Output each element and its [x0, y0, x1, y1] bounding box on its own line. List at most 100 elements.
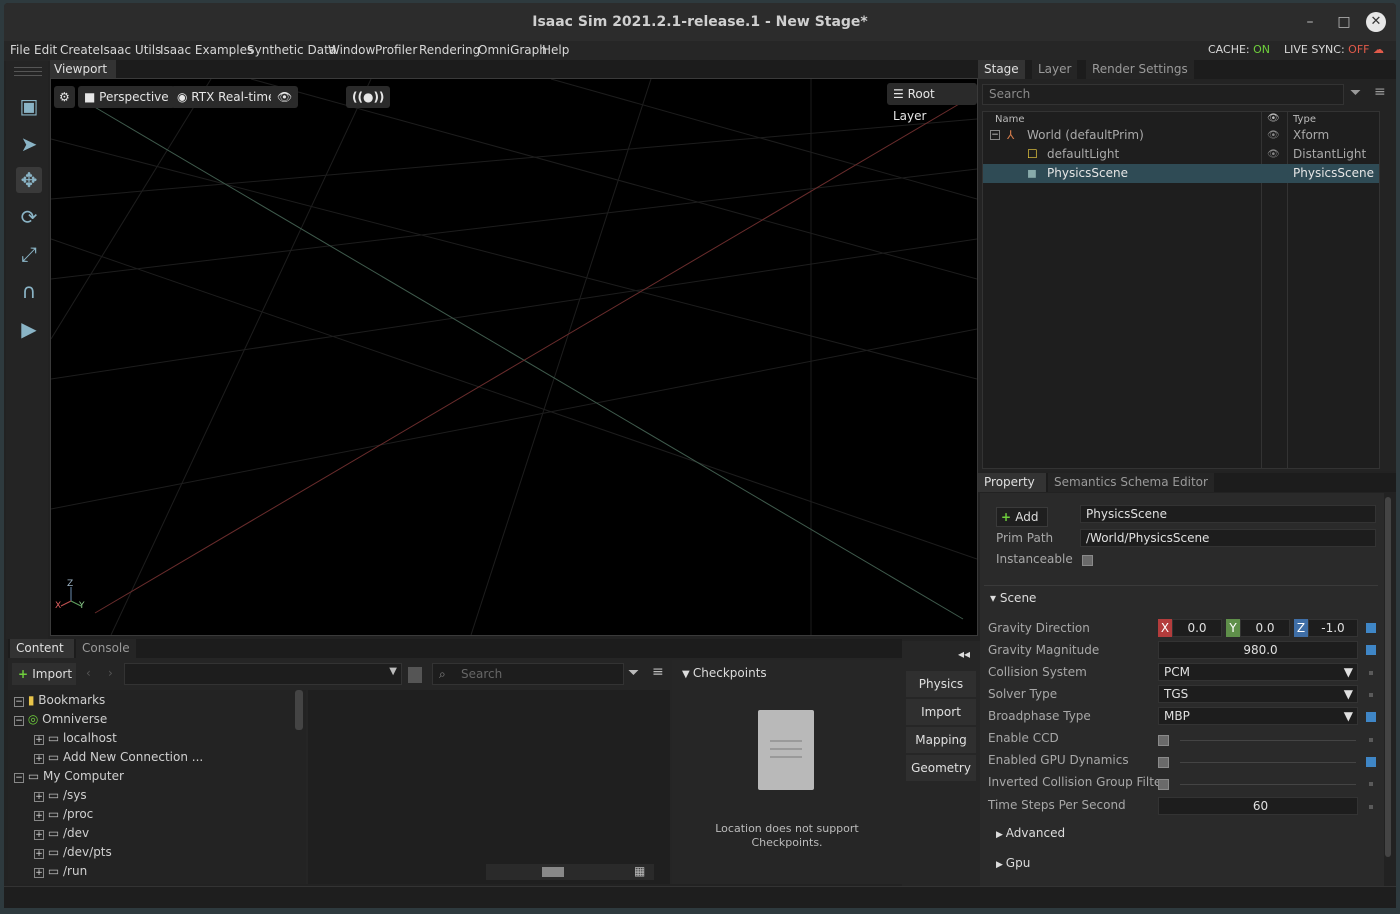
renderer-selector[interactable]: ◉ RTX Real-time [171, 86, 282, 108]
tree-bookmarks[interactable]: − ▮ Bookmarks [14, 691, 105, 710]
visibility-icon[interactable]: 👁 [271, 86, 299, 108]
gpu-section-header[interactable]: ▶ Gpu [996, 856, 1030, 870]
enabled-gpu-dynamics-checkbox[interactable] [1158, 757, 1169, 768]
expand-icon[interactable]: + [34, 792, 44, 802]
geometry-button[interactable]: Geometry [906, 755, 976, 781]
menu-rendering[interactable]: Rendering [419, 43, 480, 57]
tree-row-physics-scene[interactable]: ◼ PhysicsScene PhysicsScene [983, 164, 1379, 183]
live-sync-status[interactable]: LIVE SYNC: OFF ☁ [1284, 43, 1384, 56]
tab-viewport[interactable]: Viewport [50, 60, 116, 78]
tab-render-settings[interactable]: Render Settings [1086, 60, 1194, 79]
menu-omnigraph[interactable]: OmniGraph [478, 43, 547, 57]
gravity-direction-default-marker[interactable] [1366, 623, 1376, 633]
menu-profiler[interactable]: Profiler [375, 43, 417, 57]
physics-button[interactable]: Physics [906, 671, 976, 697]
collapse-icon[interactable]: − [990, 130, 1000, 140]
live-broadcast-icon[interactable]: ((●)) [346, 86, 391, 108]
minimize-button[interactable]: – [1300, 12, 1320, 32]
content-search-input[interactable]: ⌕ Search [432, 663, 624, 685]
tree-add-connection[interactable]: + ▭ Add New Connection ... [34, 748, 203, 767]
play-icon[interactable]: ▶ [16, 316, 42, 342]
tab-stage[interactable]: Stage [978, 60, 1025, 79]
menu-isaac-utils[interactable]: Isaac Utils [100, 43, 161, 57]
import-side-button[interactable]: Import [906, 699, 976, 725]
tree-my-computer[interactable]: − ▭ My Computer [14, 767, 124, 786]
checkpoints-header[interactable]: ▼ Checkpoints [682, 666, 767, 680]
expand-icon[interactable]: + [34, 849, 44, 859]
maximize-button[interactable]: □ [1334, 12, 1354, 32]
collapse-icon[interactable]: − [14, 716, 24, 726]
move-icon[interactable]: ✥ [16, 167, 42, 193]
tree-proc[interactable]: + ▭ /proc [34, 805, 93, 824]
menu-isaac-examples[interactable]: Isaac Examples [160, 43, 253, 57]
collapse-icon[interactable]: − [14, 697, 24, 707]
gravity-y-field[interactable]: 0.0 [1240, 619, 1290, 637]
snap-magnet-icon[interactable]: ∩ [16, 278, 42, 304]
tree-dev[interactable]: + ▭ /dev [34, 824, 89, 843]
collision-system-dropdown[interactable]: PCM ▼ [1158, 663, 1358, 681]
tab-property[interactable]: Property [978, 473, 1046, 492]
inverted-collision-filter-checkbox[interactable] [1158, 779, 1169, 790]
menu-help[interactable]: Help [542, 43, 569, 57]
tree-omniverse[interactable]: − ◎ Omniverse [14, 710, 107, 729]
rotate-icon[interactable]: ⟳ [16, 204, 42, 230]
menu-file[interactable]: File [10, 43, 30, 57]
add-button[interactable]: + Add [996, 507, 1048, 527]
advanced-section-header[interactable]: ▶ Advanced [996, 826, 1065, 840]
pointer-icon[interactable]: ➤ [16, 131, 42, 157]
drag-handle[interactable] [14, 67, 42, 68]
camera-selector[interactable]: ■ Perspective [78, 86, 175, 108]
viewport-settings-icon[interactable]: ⚙ [54, 86, 75, 108]
expand-icon[interactable]: + [34, 754, 44, 764]
tree-sys[interactable]: + ▭ /sys [34, 786, 87, 805]
menu-create[interactable]: Create [60, 43, 100, 57]
close-button[interactable]: ✕ [1366, 12, 1386, 32]
tree-run[interactable]: + ▭ /run [34, 862, 87, 881]
mapping-button[interactable]: Mapping [906, 727, 976, 753]
tree-localhost[interactable]: + ▭ localhost [34, 729, 117, 748]
back-arrow-icon[interactable]: ‹ [86, 666, 91, 680]
tree-dev-pts[interactable]: + ▭ /dev/pts [34, 843, 112, 862]
enable-ccd-checkbox[interactable] [1158, 735, 1169, 746]
broadphase-default-marker[interactable] [1366, 712, 1376, 722]
path-input[interactable]: ▼ [124, 663, 402, 685]
broadphase-type-dropdown[interactable]: MBP ▼ [1158, 707, 1358, 725]
thumbnail-size-slider[interactable]: ▦ [486, 864, 654, 880]
filter-icon[interactable]: ⏷ [628, 665, 639, 681]
solver-type-dropdown[interactable]: TGS ▼ [1158, 685, 1358, 703]
scene-section-header[interactable]: ▾ Scene [990, 591, 1036, 605]
tree-scrollbar-thumb[interactable] [295, 690, 303, 730]
stage-search-input[interactable]: Search [982, 84, 1344, 105]
tree-row-world[interactable]: − ⅄ World (defaultPrim) 👁 Xform [983, 126, 1379, 145]
collapse-panel-icon[interactable]: ◂◂ [958, 647, 970, 661]
tab-content[interactable]: Content [10, 639, 74, 658]
gpu-dynamics-default-marker[interactable] [1366, 757, 1376, 767]
scale-icon[interactable]: ⤢ [16, 241, 42, 267]
property-scrollbar[interactable] [1384, 493, 1392, 888]
select-mode-icon[interactable]: ▣ [16, 93, 42, 119]
expand-icon[interactable]: + [34, 868, 44, 878]
expand-icon[interactable]: + [34, 735, 44, 745]
time-steps-field[interactable]: 60 [1158, 797, 1358, 815]
viewport[interactable]: ⚙ ■ Perspective ◉ RTX Real-time 👁 ((●)) … [50, 78, 978, 636]
eye-icon[interactable]: 👁 [1267, 126, 1280, 145]
forward-arrow-icon[interactable]: › [108, 666, 113, 680]
gravity-magnitude-field[interactable]: 980.0 [1158, 641, 1358, 659]
layer-selector[interactable]: ☰ Root Layer [887, 83, 977, 123]
gravity-x-field[interactable]: 0.0 [1172, 619, 1222, 637]
menu-window[interactable]: Window [328, 43, 375, 57]
menu-edit[interactable]: Edit [34, 43, 57, 57]
menu-synthetic-data[interactable]: Synthetic Data [247, 43, 336, 57]
options-menu-icon[interactable]: ≡ [652, 664, 664, 680]
tree-row-default-light[interactable]: ☐ defaultLight 👁 DistantLight [983, 145, 1379, 164]
instanceable-checkbox[interactable] [1082, 555, 1093, 566]
prim-name-field[interactable]: PhysicsScene [1080, 505, 1376, 523]
grid-view-icon[interactable]: ▦ [634, 864, 645, 878]
cache-status[interactable]: CACHE: ON [1208, 43, 1270, 56]
collapse-icon[interactable]: − [14, 773, 24, 783]
eye-icon[interactable]: 👁 [1267, 145, 1280, 164]
slider-thumb[interactable] [542, 867, 564, 877]
prim-path-field[interactable]: /World/PhysicsScene [1080, 529, 1376, 547]
tab-semantics-schema-editor[interactable]: Semantics Schema Editor [1048, 473, 1214, 492]
gravity-z-field[interactable]: -1.0 [1308, 619, 1358, 637]
